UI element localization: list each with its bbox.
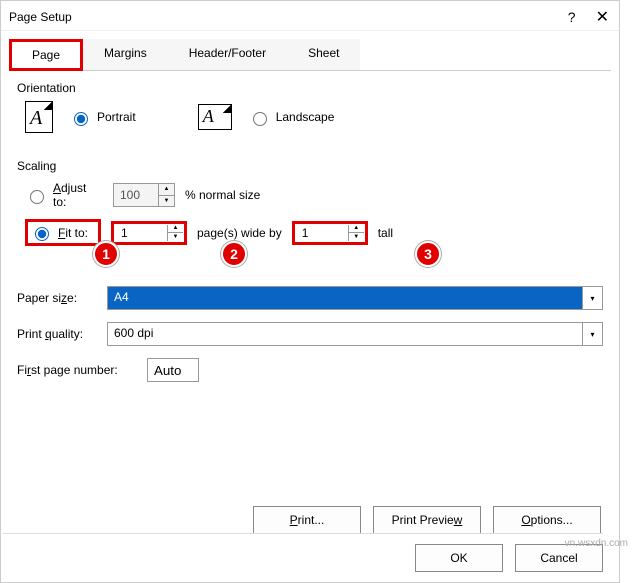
portrait-radio-label: Portrait bbox=[97, 110, 136, 124]
fit-to-radio-input[interactable] bbox=[35, 227, 49, 241]
landscape-icon bbox=[198, 104, 232, 130]
adjust-to-radio-input[interactable] bbox=[30, 190, 44, 204]
fit-tall-spinner[interactable]: ▲▼ bbox=[292, 221, 368, 245]
spinner-up-icon[interactable]: ▲ bbox=[168, 225, 183, 234]
close-icon[interactable]: ✕ bbox=[596, 7, 609, 27]
print-button[interactable]: Print... bbox=[253, 506, 361, 534]
print-quality-value: 600 dpi bbox=[108, 323, 582, 345]
title-bar: Page Setup ? ✕ bbox=[1, 1, 619, 31]
callout-1: 1 bbox=[93, 241, 119, 267]
ok-button[interactable]: OK bbox=[415, 544, 503, 572]
tab-header-footer[interactable]: Header/Footer bbox=[168, 39, 287, 70]
fit-to-radio[interactable]: Fit to: bbox=[25, 219, 101, 246]
first-page-input[interactable] bbox=[147, 358, 199, 382]
options-button[interactable]: Options... bbox=[493, 506, 601, 534]
spinner-down-icon[interactable]: ▼ bbox=[349, 233, 364, 241]
print-preview-button[interactable]: Print Preview bbox=[373, 506, 481, 534]
page-setup-dialog: Page Setup ? ✕ Page Margins Header/Foote… bbox=[0, 0, 620, 583]
print-quality-label: Print quality: bbox=[17, 327, 99, 341]
adjust-to-label: Adjust to: bbox=[53, 181, 103, 209]
portrait-radio[interactable]: Portrait bbox=[69, 109, 136, 126]
fit-wide-suffix: page(s) wide by bbox=[197, 226, 282, 240]
landscape-radio[interactable]: Landscape bbox=[248, 109, 335, 126]
help-icon[interactable]: ? bbox=[568, 9, 576, 25]
adjust-to-value[interactable] bbox=[114, 184, 158, 206]
orientation-label: Orientation bbox=[17, 81, 603, 95]
chevron-down-icon[interactable]: ▾ bbox=[582, 323, 602, 345]
adjust-to-radio[interactable]: Adjust to: bbox=[25, 181, 103, 209]
watermark-text: vn.wsxdn.com bbox=[565, 538, 628, 549]
chevron-down-icon[interactable]: ▾ bbox=[582, 287, 602, 309]
tab-page[interactable]: Page bbox=[9, 39, 83, 71]
spinner-up-icon[interactable]: ▲ bbox=[159, 184, 174, 196]
print-quality-combo[interactable]: 600 dpi ▾ bbox=[107, 322, 603, 346]
fit-to-label: Fit to: bbox=[58, 226, 88, 240]
portrait-radio-input[interactable] bbox=[74, 112, 88, 126]
paper-size-value: A4 bbox=[108, 287, 582, 309]
first-page-label: First page number: bbox=[17, 363, 139, 377]
spinner-up-icon[interactable]: ▲ bbox=[349, 225, 364, 234]
portrait-icon bbox=[25, 101, 53, 133]
callout-2: 2 bbox=[221, 241, 247, 267]
fit-tall-value[interactable] bbox=[296, 225, 348, 241]
callout-3: 3 bbox=[415, 241, 441, 267]
landscape-radio-input[interactable] bbox=[253, 112, 267, 126]
scaling-label: Scaling bbox=[17, 159, 603, 173]
landscape-radio-label: Landscape bbox=[276, 110, 335, 124]
tab-margins[interactable]: Margins bbox=[83, 39, 168, 70]
adjust-to-suffix: % normal size bbox=[185, 188, 260, 202]
tab-strip: Page Margins Header/Footer Sheet bbox=[9, 39, 611, 71]
spinner-down-icon[interactable]: ▼ bbox=[168, 233, 183, 241]
fit-wide-spinner[interactable]: ▲▼ bbox=[111, 221, 187, 245]
fit-wide-value[interactable] bbox=[115, 225, 167, 241]
paper-size-label: Paper size: bbox=[17, 291, 99, 305]
adjust-to-spinner[interactable]: ▲▼ bbox=[113, 183, 175, 207]
fit-tall-suffix: tall bbox=[378, 226, 393, 240]
dialog-title: Page Setup bbox=[9, 10, 72, 24]
tab-sheet[interactable]: Sheet bbox=[287, 39, 360, 70]
spinner-down-icon[interactable]: ▼ bbox=[159, 196, 174, 207]
paper-size-combo[interactable]: A4 ▾ bbox=[107, 286, 603, 310]
